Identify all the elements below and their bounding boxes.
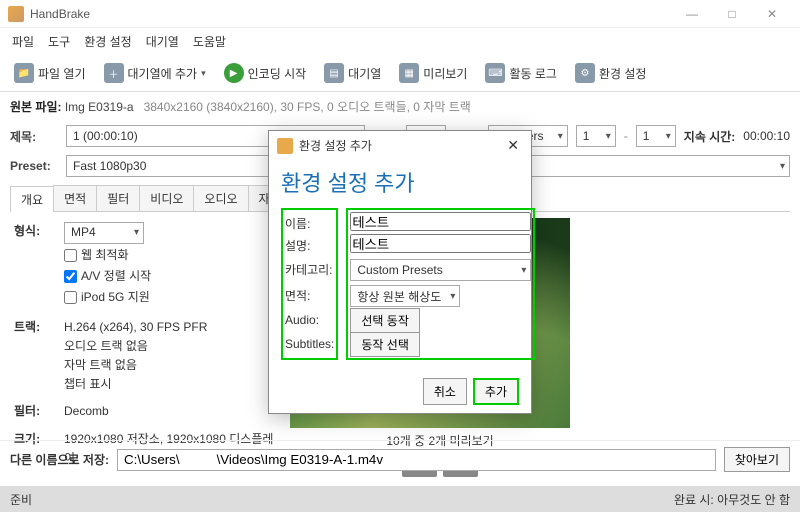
audio-label: Audio: xyxy=(285,308,334,332)
source-bar: 원본 파일: Img E0319-a 3840x2160 (3840x2160)… xyxy=(0,92,800,121)
add-preset-dialog: 환경 설정 추가 ✕ 환경 설정 추가 이름: 설명: 카테고리: 면적: Au… xyxy=(268,130,532,414)
status-right: 완료 시: 아무것도 안 함 xyxy=(674,491,790,508)
app-icon xyxy=(8,6,24,22)
ipod-checkbox[interactable] xyxy=(64,291,77,304)
add-button[interactable]: 추가 xyxy=(473,378,519,405)
log-button[interactable]: ⌨활동 로그 xyxy=(479,59,563,87)
cancel-button[interactable]: 취소 xyxy=(423,378,467,405)
menu-queue[interactable]: 대기열 xyxy=(140,30,185,53)
source-name: Img E0319-a xyxy=(65,100,134,114)
desc-input[interactable] xyxy=(350,234,531,253)
track-label: 트랙: xyxy=(14,318,64,395)
subtitles-button[interactable]: 동작 선택 xyxy=(350,332,420,357)
output-label: 다른 이름으로 저장: xyxy=(10,451,109,468)
source-label: 원본 파일: xyxy=(10,100,62,114)
tab-filters[interactable]: 필터 xyxy=(96,185,140,211)
start-button[interactable]: ▶인코딩 시작 xyxy=(218,59,313,87)
format-label: 형식: xyxy=(14,222,64,310)
subtitles-label: Subtitles: xyxy=(285,332,334,356)
menu-tools[interactable]: 도구 xyxy=(42,30,76,53)
preset-label: Preset: xyxy=(10,159,58,173)
preview-button[interactable]: ▦미리보기 xyxy=(393,59,473,87)
queue-icon: ▤ xyxy=(324,63,344,83)
status-left: 준비 xyxy=(10,491,32,508)
category-label: 카테고리: xyxy=(285,256,334,282)
play-icon: ▶ xyxy=(224,63,244,83)
dimensions-combo[interactable]: 항상 원본 해상도 xyxy=(350,285,460,307)
dialog-close-button[interactable]: ✕ xyxy=(503,137,523,154)
dimensions-label: 면적: xyxy=(285,282,334,308)
filter-value: Decomb xyxy=(64,402,274,421)
duration-label: 지속 시간: xyxy=(684,128,736,145)
audio-button[interactable]: 선택 동작 xyxy=(350,308,420,333)
menu-help[interactable]: 도움말 xyxy=(187,30,232,53)
tab-audio[interactable]: 오디오 xyxy=(193,185,248,211)
gear-icon: ⚙ xyxy=(575,63,595,83)
name-input[interactable] xyxy=(350,212,531,231)
dialog-heading: 환경 설정 추가 xyxy=(269,160,531,208)
web-checkbox[interactable] xyxy=(64,249,77,262)
tab-summary[interactable]: 개요 xyxy=(10,186,54,212)
close-button[interactable]: ✕ xyxy=(752,0,792,28)
browse-button[interactable]: 찾아보기 xyxy=(724,447,790,472)
log-icon: ⌨ xyxy=(485,63,505,83)
title-label: 제목: xyxy=(10,128,58,145)
menubar: 파일 도구 환경 설정 대기열 도움말 xyxy=(0,28,800,55)
category-combo[interactable]: Custom Presets xyxy=(350,259,531,281)
range-start-combo[interactable]: 1 xyxy=(576,125,616,147)
track-values: H.264 (x264), 30 FPS PFR 오디오 트랙 없음 자막 트랙… xyxy=(64,318,274,395)
queue-add-button[interactable]: ＋대기열에 추가▾ xyxy=(98,59,212,87)
menu-file[interactable]: 파일 xyxy=(6,30,40,53)
folder-icon: 📁 xyxy=(14,63,34,83)
window-title: HandBrake xyxy=(30,7,672,21)
av-checkbox[interactable] xyxy=(64,270,77,283)
queue-button[interactable]: ▤대기열 xyxy=(318,59,387,87)
chevron-down-icon: ▾ xyxy=(201,68,206,79)
source-info: 3840x2160 (3840x2160), 30 FPS, 0 오디오 트랙들… xyxy=(144,100,471,114)
duration-value: 00:00:10 xyxy=(743,129,790,143)
preview-icon: ▦ xyxy=(399,63,419,83)
maximize-button[interactable]: □ xyxy=(712,0,752,28)
desc-label: 설명: xyxy=(285,234,334,256)
tab-video[interactable]: 비디오 xyxy=(139,185,194,211)
prefs-button[interactable]: ⚙환경 설정 xyxy=(569,59,653,87)
dialog-icon xyxy=(277,138,293,154)
add-queue-icon: ＋ xyxy=(104,63,124,83)
dialog-title: 환경 설정 추가 xyxy=(299,137,503,154)
open-button[interactable]: 📁파일 열기 xyxy=(8,59,92,87)
name-label: 이름: xyxy=(285,212,334,234)
output-path-input[interactable] xyxy=(117,449,716,471)
tab-dimensions[interactable]: 면적 xyxy=(53,185,97,211)
toolbar: 📁파일 열기 ＋대기열에 추가▾ ▶인코딩 시작 ▤대기열 ▦미리보기 ⌨활동 … xyxy=(0,55,800,92)
range-end-combo[interactable]: 1 xyxy=(636,125,676,147)
format-combo[interactable]: MP4 xyxy=(64,222,144,244)
minimize-button[interactable]: — xyxy=(672,0,712,28)
filter-label: 필터: xyxy=(14,402,64,421)
menu-prefs[interactable]: 환경 설정 xyxy=(78,30,138,53)
